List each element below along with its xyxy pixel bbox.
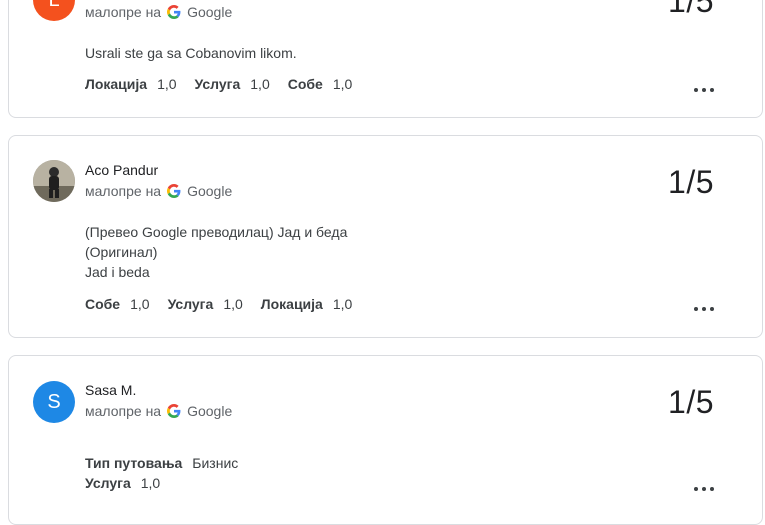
review-source: малопре на Google [85, 4, 232, 20]
reviewer-name[interactable]: Sasa M. [85, 382, 136, 398]
review-attributes: Собе 1,0 Услуга 1,0 Локација 1,0 [85, 296, 370, 312]
source-google[interactable]: Google [187, 183, 232, 199]
review-rating: 1/5 [668, 384, 714, 420]
review-source: малопре на Google [85, 403, 232, 419]
avatar[interactable]: L [33, 0, 75, 21]
review-attributes: Тип путовања Бизнис [85, 455, 256, 471]
review-attributes: Услуга 1,0 [85, 475, 178, 491]
avatar-letter: L [48, 0, 60, 11]
review-time: малопре на [85, 183, 162, 199]
attribute-service: Услуга 1,0 [85, 475, 161, 491]
more-options-button[interactable] [694, 484, 714, 494]
google-icon [167, 404, 181, 418]
reviewer-name[interactable]: Aco Pandur [85, 162, 158, 178]
review-time: малопре на [85, 403, 162, 419]
attribute-trip-type: Тип путовања Бизнис [85, 455, 239, 471]
attribute-rooms: Собе 1,0 [85, 296, 150, 312]
avatar[interactable]: S [33, 381, 75, 423]
google-icon [167, 184, 181, 198]
google-icon [167, 5, 181, 19]
review-attributes: Локација 1,0 Услуга 1,0 Собе 1,0 [85, 76, 370, 92]
attribute-location: Локација 1,0 [85, 76, 177, 92]
more-options-button[interactable] [694, 304, 714, 314]
review-source: малопре на Google [85, 183, 232, 199]
review-text: Usrali ste ga sa Cobanovim likom. [85, 45, 297, 61]
attribute-rooms: Собе 1,0 [287, 76, 353, 92]
source-google[interactable]: Google [187, 4, 232, 20]
avatar-photo [33, 160, 75, 202]
review-text-line: (Превео Google преводилац) Јад и беда [85, 224, 348, 240]
review-text-line: (Оригинал) [85, 244, 158, 260]
review-rating: 1/5 [668, 164, 714, 200]
review-text: (Превео Google преводилац) Јад и беда (О… [85, 222, 347, 282]
more-options-button[interactable] [694, 85, 714, 95]
review-card: L малопре на Google 1/5 Usrali ste ga sa… [8, 0, 763, 118]
review-card: Aco Pandur малопре на Google 1/5 (Превео… [8, 135, 763, 338]
avatar[interactable] [33, 160, 75, 202]
avatar-letter: S [47, 391, 61, 413]
attribute-service: Услуга 1,0 [194, 76, 270, 92]
source-google[interactable]: Google [187, 403, 232, 419]
review-time: малопре на [85, 4, 162, 20]
attribute-service: Услуга 1,0 [167, 296, 243, 312]
review-rating: 1/5 [668, 0, 714, 19]
review-text-line: Jad i beda [85, 264, 150, 280]
attribute-location: Локација 1,0 [260, 296, 353, 312]
review-card: S Sasa M. малопре на Google 1/5 Тип путо… [8, 355, 763, 525]
